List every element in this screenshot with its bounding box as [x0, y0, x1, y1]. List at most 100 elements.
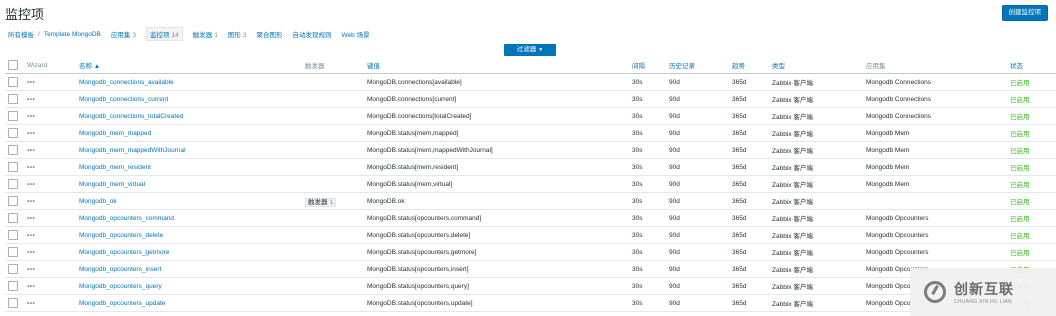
item-status[interactable]: 已启用	[1007, 141, 1056, 159]
item-status[interactable]: 已启用	[1007, 90, 1056, 108]
more-dots-icon[interactable]: •••	[27, 249, 35, 256]
more-dots-icon[interactable]: •••	[27, 181, 35, 188]
header-history[interactable]: 历史记录	[666, 57, 729, 74]
tab-screens[interactable]: 聚合图形	[257, 29, 283, 39]
header-type[interactable]: 类型	[769, 57, 863, 74]
item-name[interactable]: Mongodb_connections_available	[76, 73, 302, 91]
item-name[interactable]: Mongodb_opcounters_command	[76, 209, 302, 227]
item-name-link[interactable]: Mongodb_opcounters_insert	[79, 266, 161, 273]
checkbox-icon[interactable]	[8, 128, 18, 138]
row-wizard[interactable]: •••	[24, 294, 76, 312]
item-name-link[interactable]: Mongodb_connections_current	[79, 96, 168, 103]
item-name-link[interactable]: Mongodb_ok	[79, 198, 117, 205]
header-select-all[interactable]	[5, 57, 24, 74]
item-status[interactable]: 已启用	[1007, 175, 1056, 193]
row-select[interactable]	[5, 226, 24, 244]
item-name-link[interactable]: Mongodb_opcounters_getmore	[79, 249, 169, 256]
row-select[interactable]	[5, 175, 24, 193]
checkbox-icon[interactable]	[8, 77, 18, 87]
header-trends[interactable]: 趋势	[729, 57, 769, 74]
tab-triggers[interactable]: 触发器 1	[193, 29, 218, 39]
create-item-button[interactable]: 创建监控项	[1001, 5, 1048, 21]
more-dots-icon[interactable]: •••	[27, 300, 35, 307]
more-dots-icon[interactable]: •••	[27, 215, 35, 222]
tab-discovery-rules[interactable]: 自动发现规则	[293, 29, 332, 39]
item-name-link[interactable]: Mongodb_mem_resident	[79, 164, 151, 171]
item-status[interactable]: 已启用	[1007, 107, 1056, 125]
row-select[interactable]	[5, 260, 24, 278]
row-wizard[interactable]: •••	[24, 243, 76, 261]
item-status[interactable]: 已启用	[1007, 124, 1056, 142]
item-status[interactable]: 已启用	[1007, 243, 1056, 261]
filter-button[interactable]: 过滤器 ▼	[504, 44, 556, 56]
tab-items[interactable]: 监控项 14	[146, 27, 183, 41]
status-link[interactable]: 已启用	[1010, 97, 1030, 104]
item-name[interactable]: Mongodb_connections_current	[76, 90, 302, 108]
checkbox-icon[interactable]	[8, 111, 18, 121]
item-name-link[interactable]: Mongodb_connections_available	[79, 79, 174, 86]
row-select[interactable]	[5, 73, 24, 91]
row-select[interactable]	[5, 90, 24, 108]
checkbox-icon[interactable]	[8, 281, 18, 291]
checkbox-icon[interactable]	[8, 213, 18, 223]
item-name[interactable]: Mongodb_connections_totalCreated	[76, 107, 302, 125]
item-name-link[interactable]: Mongodb_opcounters_update	[79, 300, 165, 307]
row-wizard[interactable]: •••	[24, 90, 76, 108]
more-dots-icon[interactable]: •••	[27, 198, 35, 205]
checkbox-icon[interactable]	[8, 145, 18, 155]
row-select[interactable]	[5, 243, 24, 261]
item-name[interactable]: Mongodb_mem_resident	[76, 158, 302, 176]
status-link[interactable]: 已启用	[1010, 216, 1030, 223]
row-select[interactable]	[5, 107, 24, 125]
item-name-link[interactable]: Mongodb_opcounters_command	[79, 215, 174, 222]
item-name-link[interactable]: Mongodb_opcounters_delete	[79, 232, 163, 239]
item-name[interactable]: Mongodb_mem_virtual	[76, 175, 302, 193]
status-link[interactable]: 已启用	[1010, 233, 1030, 240]
checkbox-icon[interactable]	[8, 247, 18, 257]
status-link[interactable]: 已启用	[1010, 250, 1030, 257]
item-status[interactable]: 已启用	[1007, 158, 1056, 176]
item-name[interactable]: Mongodb_opcounters_insert	[76, 260, 302, 278]
item-status[interactable]: 已启用	[1007, 226, 1056, 244]
status-link[interactable]: 已启用	[1010, 148, 1030, 155]
more-dots-icon[interactable]: •••	[27, 266, 35, 273]
item-name-link[interactable]: Mongodb_opcounters_query	[79, 283, 162, 290]
row-wizard[interactable]: •••	[24, 260, 76, 278]
row-select[interactable]	[5, 158, 24, 176]
status-link[interactable]: 已启用	[1010, 199, 1030, 206]
row-wizard[interactable]: •••	[24, 107, 76, 125]
tab-web-scenarios[interactable]: Web 场景	[342, 29, 370, 39]
tab-applications[interactable]: 应用集 3	[111, 29, 136, 39]
row-wizard[interactable]: •••	[24, 124, 76, 142]
row-select[interactable]	[5, 141, 24, 159]
checkbox-icon[interactable]	[8, 298, 18, 308]
row-wizard[interactable]: •••	[24, 209, 76, 227]
checkbox-icon[interactable]	[8, 179, 18, 189]
item-name-link[interactable]: Mongodb_connections_totalCreated	[79, 113, 183, 120]
more-dots-icon[interactable]: •••	[27, 130, 35, 137]
item-name[interactable]: Mongodb_opcounters_getmore	[76, 243, 302, 261]
item-name[interactable]: Mongodb_opcounters_delete	[76, 226, 302, 244]
item-status[interactable]: 已启用	[1007, 209, 1056, 227]
row-wizard[interactable]: •••	[24, 175, 76, 193]
tab-graphs[interactable]: 图形 3	[228, 29, 247, 39]
more-dots-icon[interactable]: •••	[27, 96, 35, 103]
status-link[interactable]: 已启用	[1010, 182, 1030, 189]
more-dots-icon[interactable]: •••	[27, 79, 35, 86]
more-dots-icon[interactable]: •••	[27, 164, 35, 171]
row-wizard[interactable]: •••	[24, 277, 76, 295]
status-link[interactable]: 已启用	[1010, 131, 1030, 138]
triggers-link[interactable]: 触发器 1	[305, 198, 337, 207]
item-name-link[interactable]: Mongodb_mem_mapped	[79, 130, 151, 137]
item-status[interactable]: 已启用	[1007, 192, 1056, 210]
row-wizard[interactable]: •••	[24, 141, 76, 159]
checkbox-icon[interactable]	[8, 196, 18, 206]
header-key[interactable]: 键值	[364, 57, 629, 74]
row-select[interactable]	[5, 192, 24, 210]
status-link[interactable]: 已启用	[1010, 80, 1030, 87]
item-name[interactable]: Mongodb_mem_mappedWithJournal	[76, 141, 302, 159]
item-name-link[interactable]: Mongodb_mem_virtual	[79, 181, 145, 188]
checkbox-icon[interactable]	[8, 60, 18, 70]
breadcrumb-template[interactable]: Template MongoDB	[44, 31, 101, 38]
item-status[interactable]: 已启用	[1007, 73, 1056, 91]
